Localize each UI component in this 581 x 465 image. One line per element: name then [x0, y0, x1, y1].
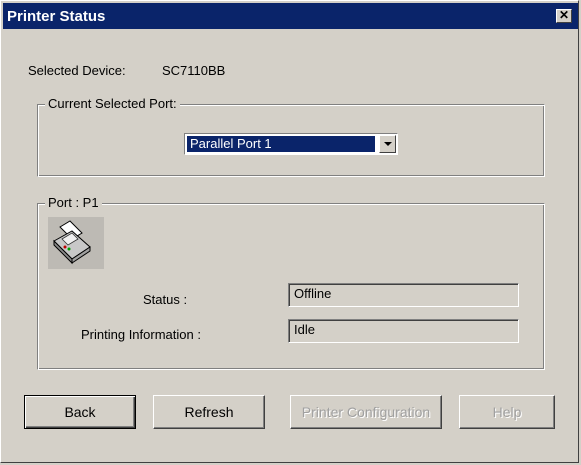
printing-information-field: Idle [288, 319, 519, 343]
printer-configuration-button[interactable]: Printer Configuration [290, 395, 442, 429]
window-title: Printer Status [7, 8, 106, 25]
selected-device-label: Selected Device: [28, 63, 126, 78]
close-button[interactable]: ✕ [556, 9, 572, 23]
chevron-down-icon[interactable] [379, 135, 396, 153]
status-label: Status : [143, 292, 188, 307]
title-bar[interactable]: Printer Status ✕ [3, 3, 578, 29]
back-button[interactable]: Back [24, 395, 136, 429]
help-button[interactable]: Help [459, 395, 555, 429]
port-select-value: Parallel Port 1 [187, 136, 375, 152]
current-port-legend: Current Selected Port: [45, 96, 180, 112]
port-select[interactable]: Parallel Port 1 [184, 133, 398, 155]
printer-status-dialog: Printer Status ✕ Selected Device: SC7110… [0, 0, 579, 463]
refresh-button[interactable]: Refresh [153, 395, 265, 429]
port-status-legend: Port : P1 [45, 195, 102, 211]
printing-information-label: Printing Information : [81, 327, 201, 342]
close-icon: ✕ [558, 8, 570, 22]
status-field: Offline [288, 283, 519, 307]
selected-device-value: SC7110BB [162, 63, 226, 78]
printer-icon [48, 217, 104, 269]
